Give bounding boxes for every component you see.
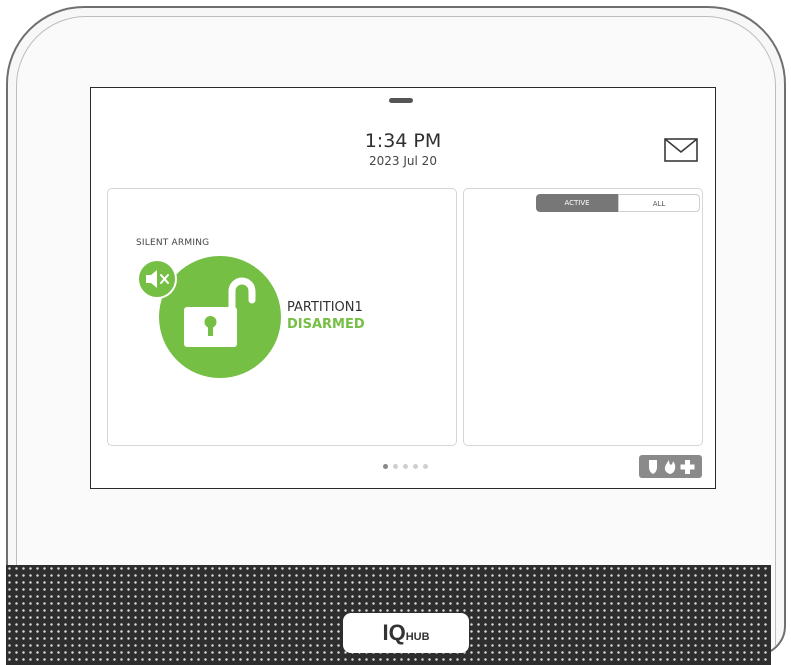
page-dot[interactable] [413,464,418,469]
clock-time: 1:34 PM [364,130,442,152]
tab-all[interactable]: ALL [618,194,700,212]
logo-sub: HUB [405,631,430,643]
page-dot[interactable] [393,464,398,469]
fire-icon [664,460,676,474]
pull-down-handle[interactable] [389,98,413,103]
partition-status: DISARMED [287,317,365,332]
speaker-mute-icon[interactable] [137,259,177,299]
silent-arming-label: SILENT ARMING [136,238,210,248]
page-dot[interactable] [423,464,428,469]
security-panel: SILENT ARMING PARTITION1 DISARMED [107,188,457,446]
emergency-button[interactable] [639,455,702,478]
partition-name: PARTITION1 [287,300,363,315]
tab-active[interactable]: ACTIVE [536,194,618,212]
police-shield-icon [649,460,657,474]
clock-date: 2023 Jul 20 [369,154,437,168]
medical-cross-icon [680,460,695,474]
brand-logo: IQHUB [343,613,469,653]
page-dot[interactable] [383,464,388,469]
touchscreen: 1:34 PM 2023 Jul 20 SILENT ARMING PARTIT… [90,87,716,489]
page-indicator [383,464,428,469]
logo-main: IQ [382,620,406,645]
events-panel: ACTIVE ALL [463,188,703,446]
envelope-icon[interactable] [664,138,698,162]
events-tabs: ACTIVE ALL [536,194,700,212]
page-dot[interactable] [403,464,408,469]
